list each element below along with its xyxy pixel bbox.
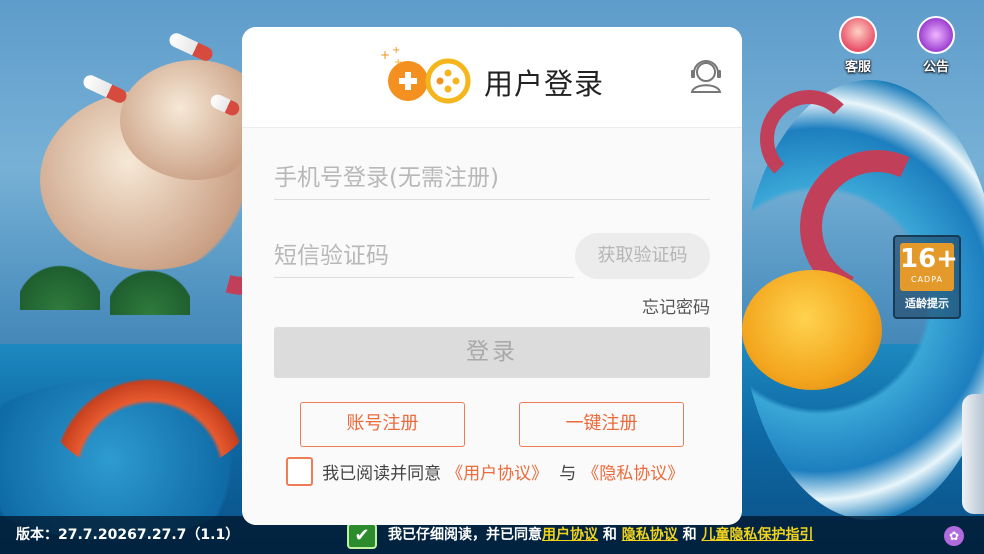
age-rating-org: CADPA — [910, 275, 943, 284]
age-rating-box: 16+ CADPA — [900, 243, 958, 291]
version-label: 版本：27.7.20267.27.7（1.1） — [16, 527, 240, 543]
privacy-agreement-link[interactable]: 《隐私协议》 — [582, 464, 684, 484]
sms-code-field — [274, 235, 574, 278]
agree-text: 我已阅读并同意 — [322, 464, 442, 484]
customer-service-icon — [839, 16, 877, 54]
consent-prefix: 我已仔细阅读，并已同意 — [388, 527, 542, 543]
agree-and: 与 — [559, 464, 577, 484]
shrimp — [50, 355, 250, 475]
svg-text:+: + — [392, 45, 400, 56]
bottom-user-agreement-link[interactable]: 用户协议 — [542, 527, 598, 543]
get-code-button[interactable]: 获取验证码 — [575, 233, 710, 279]
phone-field — [274, 157, 710, 200]
child-privacy-link[interactable]: 儿童隐私保护指引 — [702, 527, 814, 543]
onekey-register-button[interactable]: 一键注册 — [519, 402, 684, 447]
gamepad-logo-icon: + + + — [380, 45, 471, 104]
tentacle — [760, 90, 858, 188]
phone-input[interactable] — [274, 157, 710, 199]
account-register-button[interactable]: 账号注册 — [300, 402, 465, 447]
svg-text:+: + — [380, 48, 390, 62]
notice-label: 公告 — [922, 60, 949, 75]
customer-service-button[interactable]: 客服 — [832, 16, 884, 75]
consent-text: 我已仔细阅读，并已同意用户协议 和 隐私协议 和 儿童隐私保护指引 — [388, 524, 814, 544]
forgot-password-link[interactable]: 忘记密码 — [642, 293, 710, 318]
user-agreement-link[interactable]: 《用户协议》 — [446, 464, 548, 484]
pufferfish — [742, 270, 882, 390]
megaphone-icon — [917, 16, 955, 54]
age-rating-number: 16+ — [900, 244, 958, 274]
notice-button[interactable]: 公告 — [910, 16, 962, 75]
customer-service-label: 客服 — [844, 60, 871, 75]
palm-tree — [110, 255, 190, 315]
age-rating-tip: 适龄提示 — [905, 297, 949, 310]
sms-code-input[interactable] — [274, 235, 574, 277]
bottom-privacy-agreement-link[interactable]: 隐私协议 — [622, 527, 678, 543]
side-character — [962, 394, 984, 514]
headset-support-icon[interactable] — [686, 55, 726, 95]
consent-and: 和 — [682, 527, 697, 543]
consent-and: 和 — [602, 527, 617, 543]
palm-tree — [20, 250, 100, 310]
age-rating-badge[interactable]: 16+ CADPA 适龄提示 — [893, 235, 961, 319]
flower-icon[interactable]: ✿ — [944, 526, 964, 546]
dialog-header: + + + 用户登录 — [242, 27, 742, 128]
dialog-title: 用户登录 — [484, 67, 605, 101]
checkmark-icon[interactable]: ✔ — [347, 523, 377, 549]
agree-checkbox[interactable] — [286, 457, 313, 486]
login-dialog: + + + 用户登录 获取验证码 忘记密码 登录 账号注册 一键注册 — [242, 27, 742, 525]
agreement-row: 我已阅读并同意 《用户协议》 与《隐私协议》 — [286, 457, 684, 489]
login-button[interactable]: 登录 — [274, 327, 710, 378]
